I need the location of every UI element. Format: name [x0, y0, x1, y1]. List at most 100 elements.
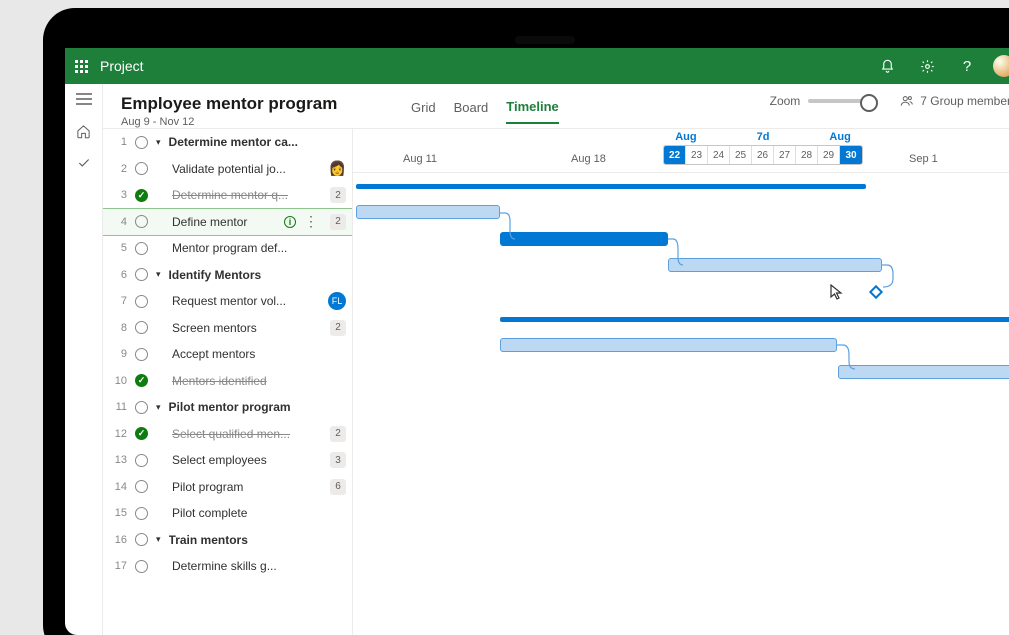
task-row[interactable]: 7Request mentor vol...FL	[103, 288, 352, 315]
task-name: Determine skills g...	[172, 559, 352, 573]
count-badge[interactable]: 2	[330, 214, 346, 230]
status-open-icon[interactable]	[135, 507, 148, 520]
minical-right-month: Aug	[829, 131, 850, 143]
titlebar: Project ?	[65, 48, 1009, 84]
help-icon[interactable]: ?	[953, 52, 981, 80]
tab-grid[interactable]: Grid	[411, 100, 436, 123]
task-bar-7[interactable]	[500, 338, 837, 352]
task-row[interactable]: 9Accept mentors	[103, 341, 352, 368]
task-row[interactable]: 3Determine mentor q...2	[103, 182, 352, 209]
row-number: 10	[111, 375, 127, 387]
notifications-icon[interactable]	[873, 52, 901, 80]
minical-day[interactable]: 26	[752, 146, 774, 164]
status-open-icon[interactable]	[135, 295, 148, 308]
status-open-icon[interactable]	[135, 268, 148, 281]
status-open-icon[interactable]	[135, 242, 148, 255]
count-badge[interactable]: 2	[330, 187, 346, 203]
group-members-button[interactable]: 7 Group members	[900, 94, 1009, 108]
home-icon[interactable]	[75, 122, 93, 140]
user-avatar[interactable]	[993, 55, 1009, 77]
chevron-down-icon[interactable]: ▾	[156, 534, 161, 545]
task-row[interactable]: 10Mentors identified	[103, 368, 352, 395]
app-screen: Project ? Employee mentor	[65, 48, 1009, 635]
chevron-down-icon[interactable]: ▾	[156, 402, 161, 413]
zoom-control[interactable]: Zoom	[770, 94, 879, 108]
task-row[interactable]: 2Validate potential jo...👩	[103, 156, 352, 183]
menu-icon[interactable]	[75, 90, 93, 108]
task-name: Accept mentors	[172, 347, 352, 361]
minical-day[interactable]: 30	[840, 146, 862, 164]
zoom-slider[interactable]	[808, 99, 878, 103]
task-row[interactable]: 4 Define mentor i ⋮ 2	[103, 209, 352, 236]
zoom-label: Zoom	[770, 94, 801, 108]
count-badge[interactable]: 2	[330, 320, 346, 336]
task-row[interactable]: 15Pilot complete	[103, 500, 352, 527]
task-row[interactable]: 13Select employees3	[103, 447, 352, 474]
status-open-icon[interactable]	[135, 533, 148, 546]
summary-bar-6[interactable]	[500, 317, 1009, 322]
status-open-icon[interactable]	[135, 321, 148, 334]
task-bar-8[interactable]	[838, 365, 1009, 379]
row-number: 3	[111, 189, 127, 201]
status-done-icon[interactable]	[135, 189, 148, 202]
milestone-5[interactable]	[869, 285, 883, 299]
task-row[interactable]: 8Screen mentors2	[103, 315, 352, 342]
minical-left-month: Aug	[675, 131, 696, 143]
task-row[interactable]: 14Pilot program6	[103, 474, 352, 501]
more-icon[interactable]: ⋮	[304, 213, 318, 230]
row-number: 4	[111, 216, 127, 228]
task-row[interactable]: 17Determine skills g...	[103, 553, 352, 580]
chevron-down-icon[interactable]: ▾	[156, 269, 161, 280]
status-open-icon[interactable]	[135, 136, 148, 149]
status-open-icon[interactable]	[135, 215, 148, 228]
mini-calendar[interactable]: Aug 7d Aug 222324252627282930	[663, 131, 863, 165]
check-icon[interactable]	[75, 154, 93, 172]
task-bar-4[interactable]	[668, 258, 882, 272]
chevron-down-icon[interactable]: ▾	[156, 137, 161, 148]
task-bar-2[interactable]	[356, 205, 500, 219]
task-name: Identify Mentors	[169, 268, 352, 282]
task-row[interactable]: 5Mentor program def...	[103, 235, 352, 262]
status-open-icon[interactable]	[135, 560, 148, 573]
task-row[interactable]: 11▾Pilot mentor program	[103, 394, 352, 421]
status-open-icon[interactable]	[135, 162, 148, 175]
tab-board[interactable]: Board	[454, 100, 489, 123]
status-done-icon[interactable]	[135, 427, 148, 440]
status-open-icon[interactable]	[135, 454, 148, 467]
task-row[interactable]: 6▾Identify Mentors	[103, 262, 352, 289]
assignee-avatar[interactable]: 👩	[329, 161, 346, 177]
settings-icon[interactable]	[913, 52, 941, 80]
project-date-range: Aug 9 - Nov 12	[121, 116, 351, 128]
minical-day[interactable]: 29	[818, 146, 840, 164]
minical-day[interactable]: 27	[774, 146, 796, 164]
minical-day[interactable]: 25	[730, 146, 752, 164]
minical-day[interactable]: 24	[708, 146, 730, 164]
app-name: Project	[100, 58, 144, 74]
app-launcher-icon[interactable]	[75, 60, 88, 73]
count-badge[interactable]: 2	[330, 426, 346, 442]
summary-bar-1[interactable]	[356, 184, 866, 189]
task-name: Select qualified men...	[172, 427, 322, 441]
task-list-panel: 1▾Determine mentor ca...2Validate potent…	[103, 129, 353, 635]
task-bar-3[interactable]	[500, 232, 668, 246]
minical-day[interactable]: 28	[796, 146, 818, 164]
task-row[interactable]: 1▾Determine mentor ca...	[103, 129, 352, 156]
status-open-icon[interactable]	[135, 401, 148, 414]
status-open-icon[interactable]	[135, 348, 148, 361]
gantt-chart[interactable]: Aug 11 Aug 18 Sep 1 Aug 7d Aug 222324252…	[353, 129, 1009, 635]
task-name: Mentor program def...	[172, 241, 352, 255]
assignee-avatar[interactable]: FL	[328, 292, 346, 310]
tab-timeline[interactable]: Timeline	[506, 99, 559, 124]
info-icon[interactable]: i	[284, 216, 296, 228]
group-members-label: 7 Group members	[920, 94, 1009, 108]
view-tabs: Grid Board Timeline	[411, 94, 559, 128]
status-done-icon[interactable]	[135, 374, 148, 387]
minical-day[interactable]: 23	[686, 146, 708, 164]
task-name: Define mentor	[172, 215, 276, 229]
task-row[interactable]: 16▾Train mentors	[103, 527, 352, 554]
task-row[interactable]: 12Select qualified men...2	[103, 421, 352, 448]
count-badge[interactable]: 3	[330, 452, 346, 468]
count-badge[interactable]: 6	[330, 479, 346, 495]
minical-day[interactable]: 22	[664, 146, 686, 164]
status-open-icon[interactable]	[135, 480, 148, 493]
